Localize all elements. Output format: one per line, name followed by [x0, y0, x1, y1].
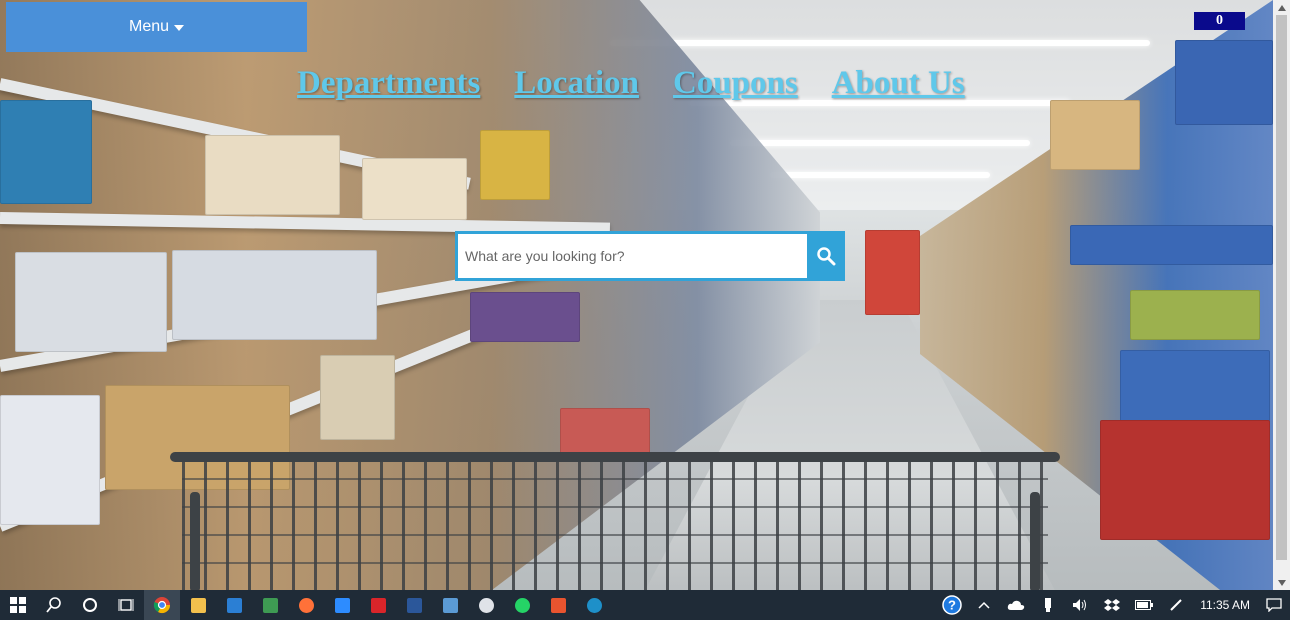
scroll-up-arrow[interactable] [1273, 0, 1290, 15]
nav-link-coupons[interactable]: Coupons [673, 65, 798, 102]
file-explorer-icon[interactable] [180, 590, 216, 620]
pen-icon[interactable] [1160, 590, 1192, 620]
caret-down-icon [174, 25, 185, 31]
battery-icon[interactable] [1128, 590, 1160, 620]
search-taskbar-icon[interactable] [36, 590, 72, 620]
task-view-icon[interactable] [108, 590, 144, 620]
main-nav: Departments Location Coupons About Us [297, 65, 965, 102]
system-tray: ? 11:35 AM [936, 590, 1290, 620]
taskbar: ? 11:35 AM [0, 590, 1290, 620]
zoom-icon[interactable] [324, 590, 360, 620]
firefox-icon[interactable] [288, 590, 324, 620]
mail-icon[interactable] [216, 590, 252, 620]
chrome-icon[interactable] [144, 590, 180, 620]
help-icon[interactable]: ? [936, 590, 968, 620]
usb-icon[interactable] [1032, 590, 1064, 620]
search-icon [817, 247, 836, 266]
onedrive-icon[interactable] [1000, 590, 1032, 620]
acrobat-icon[interactable] [360, 590, 396, 620]
notepad-icon[interactable] [252, 590, 288, 620]
cortana-icon[interactable] [72, 590, 108, 620]
menu-label: Menu [128, 18, 170, 35]
shopping-cart [170, 452, 1060, 590]
store-icon[interactable] [432, 590, 468, 620]
search-button[interactable] [807, 231, 845, 281]
nav-link-about-us[interactable]: About Us [832, 65, 965, 102]
dropbox-icon[interactable] [1096, 590, 1128, 620]
edge-icon[interactable] [576, 590, 612, 620]
cart-count-badge[interactable]: 0 [1194, 12, 1245, 30]
scroll-down-arrow[interactable] [1273, 575, 1290, 590]
whatsapp-icon[interactable] [504, 590, 540, 620]
media-app-icon[interactable] [540, 590, 576, 620]
search-input[interactable] [455, 231, 808, 281]
menu-button[interactable]: Menu [6, 2, 307, 52]
search-bar [455, 231, 845, 281]
nav-link-location[interactable]: Location [514, 65, 639, 102]
windows-start-icon[interactable] [0, 590, 36, 620]
svg-text:?: ? [948, 598, 956, 613]
word-icon[interactable] [396, 590, 432, 620]
app-icon[interactable] [468, 590, 504, 620]
clock[interactable]: 11:35 AM [1192, 598, 1258, 612]
nav-link-departments[interactable]: Departments [297, 65, 480, 102]
volume-icon[interactable] [1064, 590, 1096, 620]
vertical-scrollbar[interactable] [1273, 0, 1290, 590]
notification-icon[interactable] [1258, 590, 1290, 620]
scroll-thumb[interactable] [1276, 15, 1287, 560]
chevron-up-icon[interactable] [968, 590, 1000, 620]
